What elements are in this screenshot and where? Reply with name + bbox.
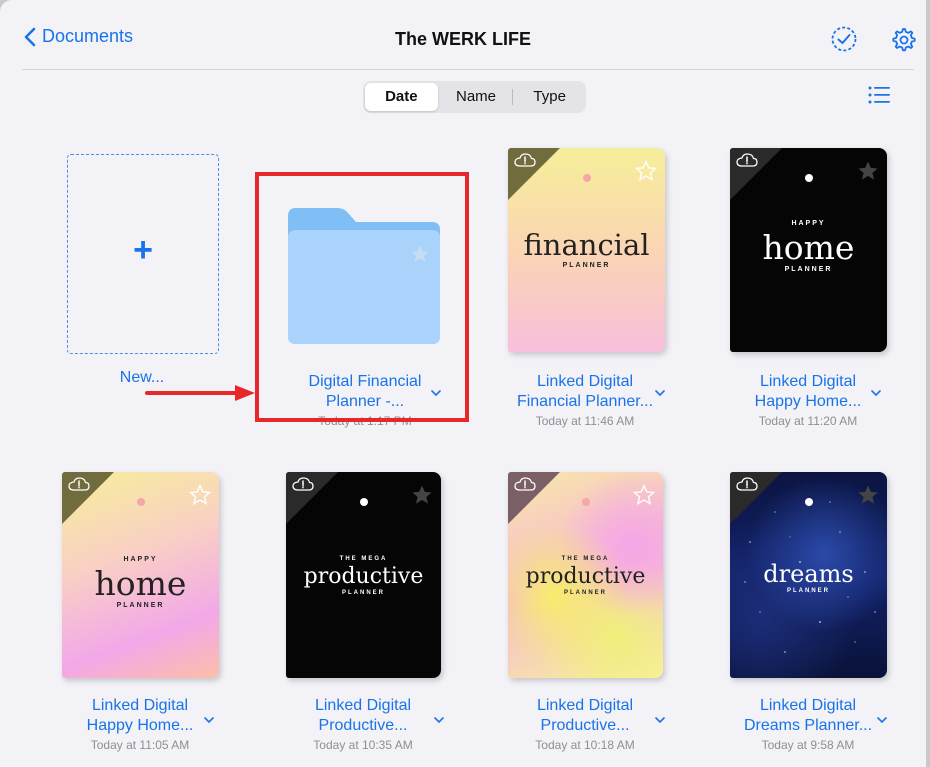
brand-logo: [804, 498, 813, 506]
item-name[interactable]: Linked Digital Happy Home...: [62, 696, 218, 736]
document-thumbnail[interactable]: HAPPY home PLANNER: [62, 472, 219, 678]
item-date: Today at 10:18 AM: [535, 738, 635, 752]
item-name-line2: Financial Planner...: [516, 393, 654, 410]
document-thumbnail[interactable]: HAPPY home PLANNER: [730, 148, 887, 352]
chevron-down-icon[interactable]: [204, 711, 214, 729]
item-name[interactable]: Linked Digital Happy Home...: [730, 372, 886, 412]
chevron-down-icon[interactable]: [655, 384, 665, 402]
item-name-line2: Dreams Planner...: [743, 717, 873, 734]
cover-title: dreams: [763, 560, 854, 588]
cover-subtitle: PLANNER: [786, 588, 830, 594]
document-thumbnail[interactable]: financial PLANNER: [508, 148, 665, 352]
sort-option-date[interactable]: Date: [365, 83, 438, 111]
item-name-line1: Linked Digital: [536, 373, 634, 390]
page-title: The WERK LIFE: [395, 29, 531, 49]
item-name-line2: Productive...: [540, 717, 630, 734]
brand-logo: [359, 498, 368, 506]
item-name-line1: Linked Digital: [759, 373, 857, 390]
cover-subtitle: PLANNER: [563, 590, 607, 596]
chevron-down-icon[interactable]: [655, 711, 665, 729]
plus-icon: +: [133, 231, 153, 269]
cover-eyebrow: HAPPY: [791, 220, 826, 227]
brand-logo: [581, 498, 590, 506]
item-date: Today at 11:05 AM: [90, 738, 190, 752]
item-name[interactable]: Linked Digital Productive...: [507, 696, 663, 736]
cloud-alert-icon: [736, 153, 758, 167]
chevron-down-icon[interactable]: [434, 711, 444, 729]
list-view-icon[interactable]: [868, 86, 890, 109]
arrow-right-icon: [145, 385, 255, 401]
cover-subtitle: PLANNER: [784, 266, 833, 273]
gear-icon[interactable]: [889, 25, 917, 53]
item-name-line1: Linked Digital: [91, 697, 189, 714]
item-name[interactable]: Linked Digital Financial Planner...: [507, 372, 663, 412]
item-name-line1: Linked Digital: [759, 697, 857, 714]
cover-subtitle: PLANNER: [562, 262, 611, 269]
cover-subtitle: PLANNER: [116, 602, 165, 609]
sort-option-name[interactable]: Name: [440, 83, 513, 111]
item-name-line1: Linked Digital: [314, 697, 412, 714]
checkmark-circle-icon[interactable]: [830, 25, 858, 53]
item-name-line1: Linked Digital: [536, 697, 634, 714]
document-browser: Documents The WERK LIFE Date Name Type +…: [0, 0, 926, 767]
item-name[interactable]: Linked Digital Dreams Planner...: [730, 696, 886, 736]
cover-eyebrow: HAPPY: [123, 556, 158, 563]
highlight-box: [255, 172, 469, 422]
item-date: Today at 11:46 AM: [535, 414, 635, 428]
cover-subtitle: PLANNER: [341, 590, 385, 596]
document-thumbnail[interactable]: dreams PLANNER: [730, 472, 887, 678]
new-document-button[interactable]: +: [67, 154, 219, 354]
brand-logo: [136, 498, 145, 506]
cloud-alert-icon: [514, 153, 536, 167]
nav-bar: Documents The WERK LIFE: [0, 0, 926, 70]
item-date: Today at 10:35 AM: [313, 738, 413, 752]
cover-title: productive: [525, 564, 646, 589]
cover-eyebrow: THE MEGA: [561, 556, 610, 562]
star-icon[interactable]: [857, 160, 879, 182]
cover-title: productive: [303, 564, 424, 589]
item-name[interactable]: Linked Digital Productive...: [285, 696, 441, 736]
sort-segmented-control: Date Name Type: [363, 81, 586, 113]
star-icon[interactable]: [189, 484, 211, 506]
star-icon[interactable]: [635, 160, 657, 182]
star-icon[interactable]: [633, 484, 655, 506]
cover-eyebrow: THE MEGA: [339, 556, 388, 562]
item-name-line2: Happy Home...: [86, 717, 194, 734]
brand-logo: [582, 174, 591, 182]
cloud-alert-icon: [68, 477, 90, 491]
sort-option-type[interactable]: Type: [513, 83, 586, 111]
star-icon[interactable]: [411, 484, 433, 506]
item-name-line2: Happy Home...: [754, 393, 862, 410]
item-date: Today at 11:20 AM: [758, 414, 858, 428]
cover-title: financial: [523, 228, 650, 262]
document-thumbnail[interactable]: THE MEGA productive PLANNER: [286, 472, 441, 678]
header-divider: [22, 69, 914, 70]
brand-logo: [804, 174, 813, 182]
cover-title: home: [94, 564, 187, 603]
chevron-down-icon[interactable]: [877, 711, 887, 729]
cloud-alert-icon: [736, 477, 758, 491]
cloud-alert-icon: [292, 477, 314, 491]
chevron-down-icon[interactable]: [871, 384, 881, 402]
cloud-alert-icon: [514, 477, 536, 491]
star-icon[interactable]: [857, 484, 879, 506]
cover-title: home: [762, 228, 855, 267]
document-thumbnail[interactable]: THE MEGA productive PLANNER: [508, 472, 663, 678]
item-name-line2: Productive...: [318, 717, 408, 734]
item-date: Today at 9:58 AM: [761, 738, 855, 752]
